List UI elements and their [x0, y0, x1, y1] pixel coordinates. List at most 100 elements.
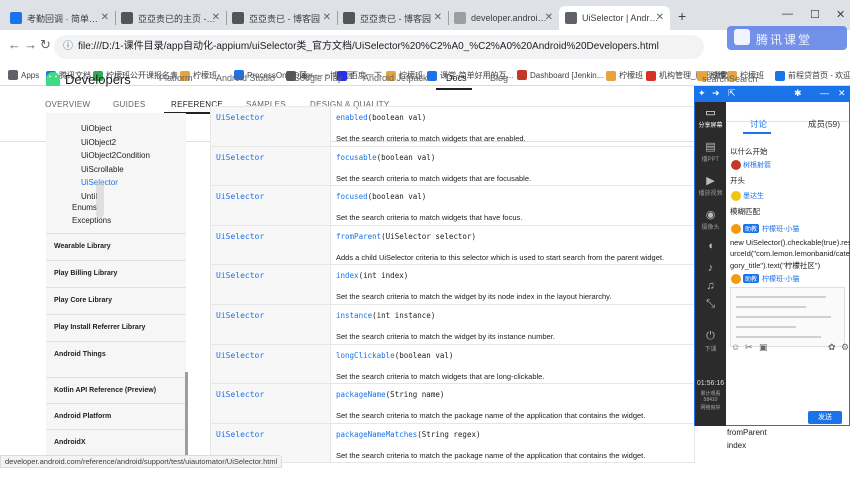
tab-close-icon[interactable]: ✕	[323, 12, 331, 23]
return-type[interactable]: UiSelector	[210, 303, 331, 345]
sidebar-class-link[interactable]: UiObject2	[81, 138, 116, 147]
sidebar-section-link[interactable]: Play Billing Library	[54, 270, 117, 277]
top-nav-item[interactable]: Google Play	[293, 73, 342, 83]
sidebar-section-link[interactable]: AndroidX	[54, 439, 86, 446]
return-type[interactable]: UiSelector	[210, 145, 331, 187]
rail-item[interactable]: ▭ 分享屏幕	[695, 106, 726, 129]
top-nav-item[interactable]: Platform	[159, 73, 193, 83]
user-avatar[interactable]	[731, 160, 741, 170]
tab-close-icon[interactable]: ✕	[656, 12, 664, 23]
browser-tab[interactable]: 亞亞贵已 - 博客园 ✕	[337, 6, 448, 30]
tab-close-icon[interactable]: ✕	[434, 12, 442, 23]
return-type[interactable]: UiSelector	[210, 224, 331, 266]
sub-nav-tab[interactable]: OVERVIEW	[45, 100, 90, 109]
method-name-link[interactable]: longClickable	[336, 351, 395, 360]
message-sender[interactable]: 墨达生	[743, 191, 764, 201]
sidebar-section-link[interactable]: Play Install Referrer Library	[54, 324, 145, 331]
outline-item[interactable]: fromParent	[727, 428, 767, 437]
panel-popout-icon[interactable]: ⇱	[728, 88, 736, 99]
panel-arrow-icon[interactable]: ➜	[712, 88, 720, 99]
panel-menu-icon[interactable]: ✦	[698, 88, 706, 99]
image-icon[interactable]: ▣	[759, 342, 768, 353]
sidebar-section-link[interactable]: Android Platform	[54, 413, 111, 420]
rail-item[interactable]: ⤡	[695, 298, 726, 312]
method-name-link[interactable]: fromParent	[336, 232, 381, 241]
method-name-link[interactable]: packageNameMatches	[336, 430, 417, 439]
method-name-link[interactable]: focused	[336, 192, 368, 201]
user-avatar[interactable]	[731, 224, 741, 234]
method-name-link[interactable]: packageName	[336, 390, 386, 399]
minimize-button[interactable]: —	[782, 8, 793, 20]
tab-close-icon[interactable]: ✕	[101, 12, 109, 23]
bookmark-item[interactable]: Apps	[8, 70, 39, 80]
bookmark-item[interactable]: 柠檬班	[606, 70, 643, 81]
sidebar-group-link[interactable]: Exceptions	[72, 216, 111, 225]
sidebar-class-link[interactable]: UntiI	[81, 192, 97, 201]
return-type[interactable]: UiSelector	[210, 185, 331, 226]
top-nav-item[interactable]: Blog	[490, 73, 508, 83]
reload-icon[interactable]: ↻	[40, 37, 51, 53]
url-field[interactable]: ⓘ file:///D:/1-课件目录/app自动化-appium/uiSele…	[54, 35, 704, 59]
info-icon[interactable]: ⓘ	[63, 35, 73, 59]
new-tab-button[interactable]: +	[678, 8, 686, 24]
sidebar-section-link[interactable]: Play Core Library	[54, 297, 112, 304]
sidebar-scroll-thumb[interactable]	[96, 180, 104, 218]
panel-pin-icon[interactable]: ✱	[794, 88, 802, 99]
top-nav-item[interactable]: Android Studio	[216, 73, 275, 83]
flower-icon[interactable]: ✿	[828, 342, 836, 353]
emoji-icon[interactable]: ☺	[731, 342, 740, 352]
top-nav-item[interactable]: Android Jetpack	[363, 73, 428, 83]
send-button[interactable]: 发送	[808, 411, 842, 424]
tab-discussion[interactable]: 讨论	[750, 118, 767, 130]
settings-icon[interactable]: ⚙	[841, 342, 849, 353]
browser-tab[interactable]: 考勤回调 · 简单好用的互动课堂S✕	[4, 6, 115, 30]
back-icon[interactable]: ←	[8, 37, 21, 52]
sidebar-class-link[interactable]: UiScrollable	[81, 165, 124, 174]
method-name-link[interactable]: enabled	[336, 113, 368, 122]
close-window-button[interactable]: ✕	[836, 8, 845, 21]
message-sender[interactable]: 助教 柠檬班-小猫	[743, 224, 799, 234]
rail-item[interactable]: ▤ 播PPT	[695, 140, 726, 163]
active-tab[interactable]: UiSelector | Android Develop✕	[559, 6, 670, 30]
sidebar-class-link[interactable]: UiObject2Condition	[81, 151, 150, 160]
user-avatar[interactable]	[731, 274, 741, 284]
browser-tab[interactable]: developer.android.com✕	[448, 6, 559, 30]
browser-tab[interactable]: 亞亞贵已的主页 - 博客园✕	[115, 6, 226, 30]
site-brand[interactable]: Developers	[65, 72, 131, 87]
return-type[interactable]: UiSelector	[210, 106, 331, 147]
rail-item[interactable]: ◖	[695, 240, 726, 253]
return-type[interactable]: UiSelector	[210, 343, 331, 385]
method-name-link[interactable]: focusable	[336, 153, 377, 162]
rail-item[interactable]: ▶ 播放视频	[695, 174, 726, 197]
sidebar-class-link[interactable]: UiObject	[81, 124, 112, 133]
sidebar-group-link[interactable]: Enums	[72, 203, 97, 212]
top-nav-item[interactable]: Docs	[446, 73, 467, 83]
message-sender[interactable]: 助教 柠檬班-小猫	[743, 274, 799, 284]
method-name-link[interactable]: index	[336, 271, 359, 280]
maximize-button[interactable]: ☐	[810, 8, 820, 21]
forward-icon[interactable]: →	[24, 37, 37, 52]
outline-item[interactable]: index	[727, 441, 746, 450]
browser-tab[interactable]: 亞亞贵已 - 博客园 ✕	[226, 6, 337, 30]
return-type[interactable]: UiSelector	[210, 383, 331, 424]
rail-item[interactable]: ♪	[695, 262, 726, 275]
return-type[interactable]: UiSelector	[210, 264, 331, 305]
bookmark-item[interactable]: Dashboard [Jenkin...	[517, 70, 603, 80]
user-avatar[interactable]	[731, 191, 741, 201]
tab-close-icon[interactable]: ✕	[212, 12, 220, 23]
sidebar-section-link[interactable]: Android Things	[54, 351, 106, 358]
tab-close-icon[interactable]: ✕	[545, 12, 553, 23]
tab-members[interactable]: 成员(59)	[808, 118, 840, 130]
method-name-link[interactable]: instance	[336, 311, 372, 320]
message-sender[interactable]: 树根射箭	[743, 160, 771, 170]
sub-nav-tab[interactable]: GUIDES	[113, 100, 145, 109]
sidebar-section-link[interactable]: Wearable Library	[54, 243, 111, 250]
android-logo-icon[interactable]	[44, 70, 62, 87]
rail-item[interactable]: ◉ 摄像头	[695, 208, 726, 231]
panel-minimize-icon[interactable]: —	[820, 88, 829, 98]
rail-item[interactable]: ♫	[695, 280, 726, 293]
panel-close-icon[interactable]: ✕	[838, 88, 846, 99]
rail-item[interactable]: ⏻ 下课	[695, 330, 726, 353]
scissors-icon[interactable]: ✂	[745, 342, 753, 353]
sidebar-section-link[interactable]: Kotlin API Reference (Preview)	[54, 387, 156, 394]
